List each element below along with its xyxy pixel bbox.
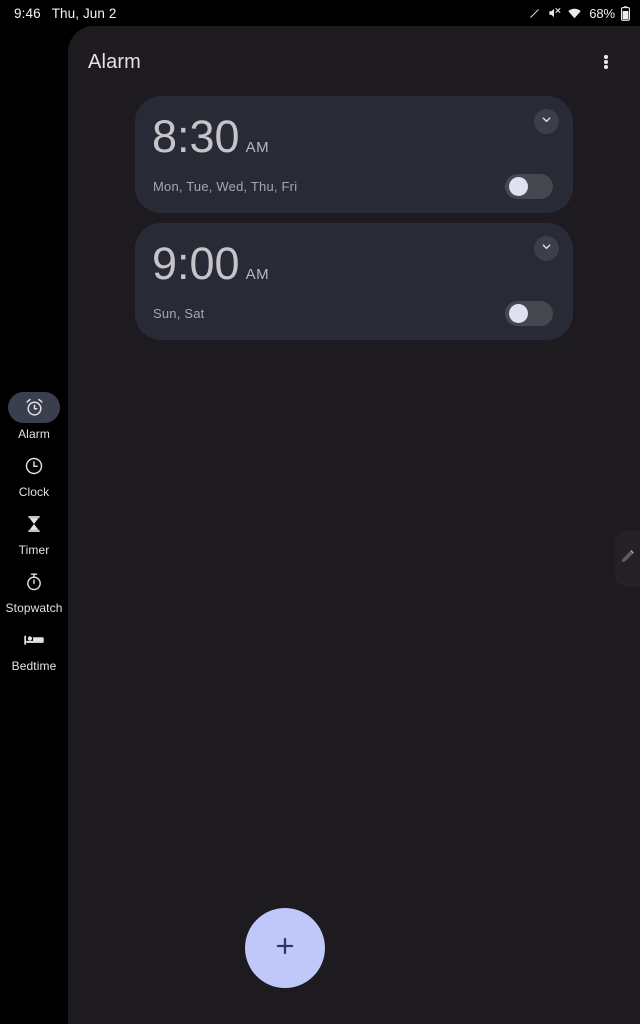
overflow-menu-button[interactable]: [586, 42, 626, 82]
alarm-card[interactable]: 9:00 AM Sun, Sat: [135, 223, 573, 340]
sidebar-item-alarm[interactable]: Alarm: [0, 392, 68, 441]
alarm-time-row: 9:00 AM: [151, 239, 553, 289]
status-bar-left: 9:46 Thu, Jun 2: [14, 6, 116, 21]
sidebar-item-label: Alarm: [18, 427, 50, 441]
alarm-days-label: Mon, Tue, Wed, Thu, Fri: [153, 179, 298, 194]
alarm-toggle[interactable]: [505, 174, 553, 199]
clock-icon: [8, 450, 60, 481]
navigation-rail-items: Alarm Clock Timer Stopwatch Bedtime: [0, 392, 68, 682]
add-alarm-fab[interactable]: [245, 908, 325, 988]
sidebar-item-label: Clock: [18, 485, 50, 499]
alarm-toggle[interactable]: [505, 301, 553, 326]
alarm-list: 8:30 AM Mon, Tue, Wed, Thu, Fri 9:00 AM …: [68, 96, 640, 340]
alarm-days-label: Sun, Sat: [153, 306, 205, 321]
alarm-toggle-knob: [509, 304, 528, 323]
alarm-bottom-row: Mon, Tue, Wed, Thu, Fri: [151, 174, 553, 199]
status-bar-date: Thu, Jun 2: [51, 5, 117, 21]
alarm-time: 9:00: [152, 238, 240, 289]
bed-icon: [8, 624, 60, 655]
battery-icon: [621, 5, 630, 21]
sidebar-item-stopwatch[interactable]: Stopwatch: [0, 566, 68, 615]
app-bar: Alarm: [68, 34, 640, 90]
wifi-icon: [567, 7, 582, 20]
hourglass-icon: [8, 508, 60, 539]
sidebar-item-label: Stopwatch: [5, 601, 63, 615]
stylus-edge-handle[interactable]: [614, 531, 640, 587]
alarm-toggle-knob: [509, 177, 528, 196]
sidebar-item-label: Timer: [18, 543, 50, 557]
stylus-icon: [528, 7, 541, 20]
device-screen: 9:46 Thu, Jun 2 68% Alarm Clock Timer St…: [0, 0, 640, 1024]
sidebar-item-timer[interactable]: Timer: [0, 508, 68, 557]
alarm-clock-icon: [8, 392, 60, 423]
status-bar: 9:46 Thu, Jun 2 68%: [0, 0, 640, 26]
volume-muted-icon: [547, 6, 561, 20]
stopwatch-icon: [8, 566, 60, 597]
alarm-time-row: 8:30 AM: [151, 112, 553, 162]
navigation-rail: Alarm Clock Timer Stopwatch Bedtime: [0, 0, 68, 1024]
status-bar-right: 68%: [528, 6, 630, 21]
battery-percent-label: 68%: [589, 5, 615, 21]
stylus-pen-icon: [619, 548, 636, 570]
alarm-bottom-row: Sun, Sat: [151, 301, 553, 326]
page-title: Alarm: [88, 50, 141, 73]
plus-icon: [272, 933, 298, 964]
alarm-time: 8:30: [152, 111, 240, 162]
sidebar-item-clock[interactable]: Clock: [0, 450, 68, 499]
alarm-ampm: AM: [245, 266, 270, 283]
content-pane: Alarm 8:30 AM Mon, Tue, Wed, Thu, Fri 9:…: [68, 26, 640, 1024]
chevron-down-icon: [540, 240, 553, 258]
sidebar-item-bedtime[interactable]: Bedtime: [0, 624, 68, 673]
more-vertical-icon: [604, 54, 608, 71]
alarm-ampm: AM: [245, 139, 270, 156]
expand-alarm-button[interactable]: [534, 236, 559, 261]
chevron-down-icon: [540, 113, 553, 131]
alarm-card[interactable]: 8:30 AM Mon, Tue, Wed, Thu, Fri: [135, 96, 573, 213]
status-bar-clock: 9:46: [14, 5, 41, 21]
sidebar-item-label: Bedtime: [11, 659, 57, 673]
expand-alarm-button[interactable]: [534, 109, 559, 134]
